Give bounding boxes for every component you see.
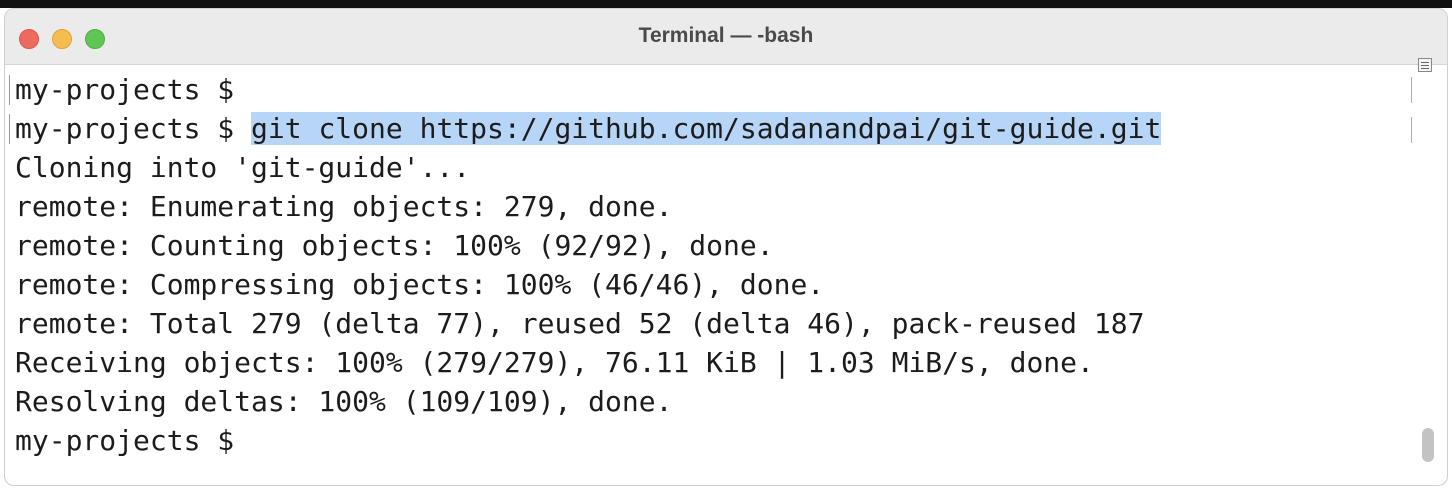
selected-command[interactable]: git clone https://github.com/sadanandpai… xyxy=(251,112,1162,145)
mark-bracket xyxy=(1411,77,1412,103)
prompt-line: my-projects $ xyxy=(8,71,252,109)
output-line: remote: Compressing objects: 100% (46/46… xyxy=(15,268,825,301)
title-bar[interactable]: Terminal — -bash xyxy=(5,9,1447,65)
command-line: my-projects $ git clone https://github.c… xyxy=(8,110,1162,148)
window-title: Terminal — -bash xyxy=(638,24,814,47)
scrollbar-track[interactable] xyxy=(1417,65,1447,485)
screenshot-frame: Terminal — -bash my-projects $ my-projec… xyxy=(0,0,1452,490)
mark-bracket xyxy=(1411,117,1412,143)
output-line: remote: Total 279 (delta 77), reused 52 … xyxy=(15,307,1145,340)
output-line: Receiving objects: 100% (279/279), 76.11… xyxy=(15,346,1094,379)
terminal-window: Terminal — -bash my-projects $ my-projec… xyxy=(4,8,1448,486)
prompt-text: my-projects $ xyxy=(15,73,252,106)
scrollbar-thumb[interactable] xyxy=(1422,428,1434,462)
terminal-content[interactable]: my-projects $ my-projects $ git clone ht… xyxy=(5,65,1417,485)
prompt-text: my-projects $ xyxy=(15,112,252,145)
output-line: remote: Enumerating objects: 279, done. xyxy=(15,190,673,223)
desktop-edge xyxy=(0,0,1452,8)
marks-icon[interactable] xyxy=(1418,58,1432,72)
output-line: Cloning into 'git-guide'... xyxy=(15,151,471,184)
final-prompt-line: my-projects $ xyxy=(15,424,235,457)
output-line: Resolving deltas: 100% (109/109), done. xyxy=(15,385,673,418)
output-line: remote: Counting objects: 100% (92/92), … xyxy=(15,229,774,262)
